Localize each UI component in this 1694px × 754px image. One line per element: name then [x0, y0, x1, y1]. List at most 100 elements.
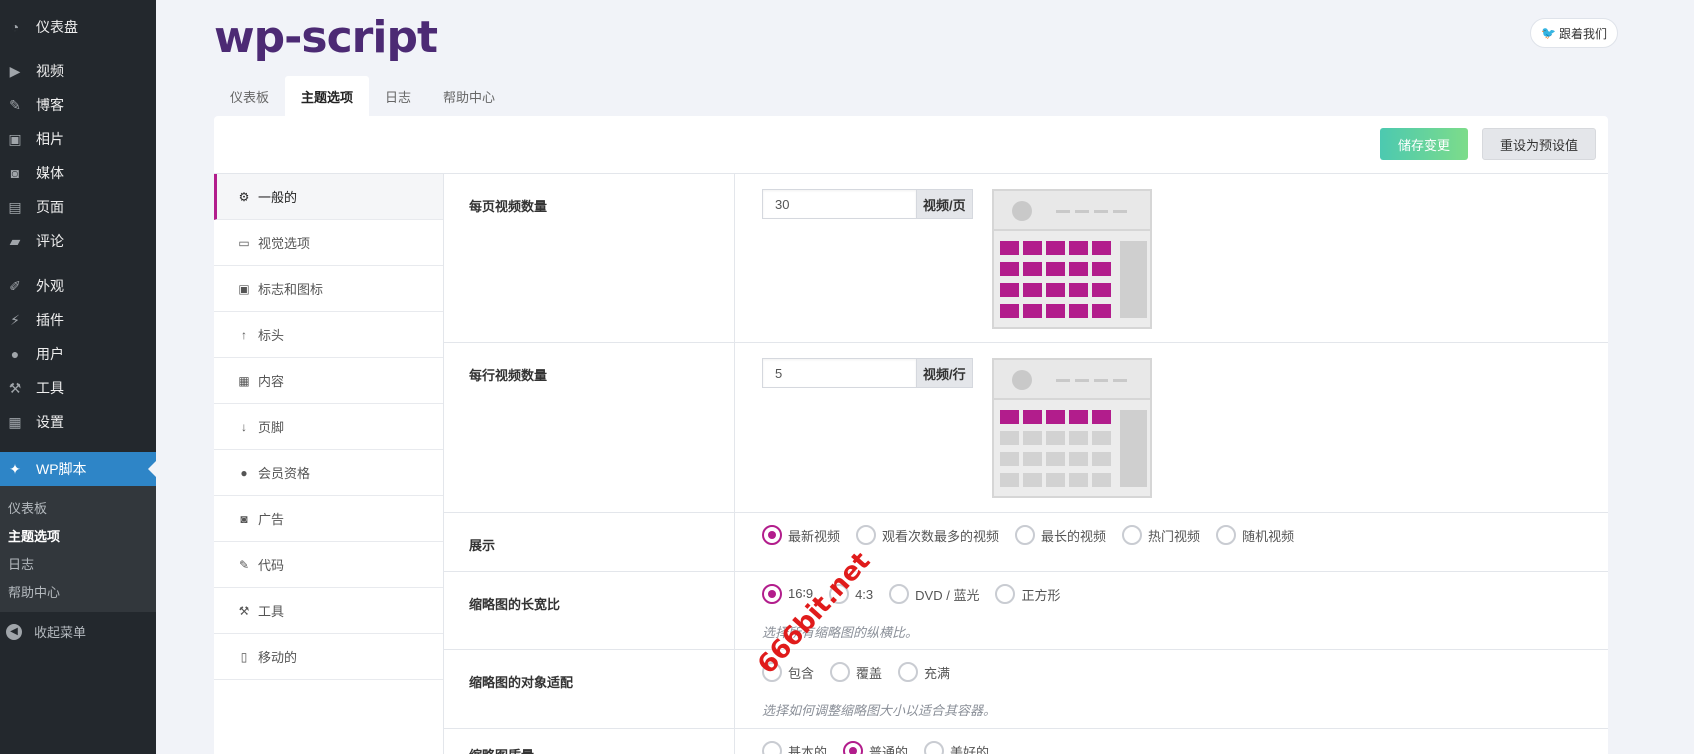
preview-thumbnail	[1046, 473, 1065, 487]
wp-menu-blog[interactable]: ✎ 博客	[0, 88, 156, 122]
tab-help-center[interactable]: 帮助中心	[427, 76, 511, 116]
wp-submenu-theme-options[interactable]: 主题选项	[8, 526, 60, 545]
preview-thumbnail	[1046, 262, 1065, 276]
wp-menu-users[interactable]: ● 用户	[0, 337, 156, 371]
money-icon: ◙	[240, 511, 248, 526]
wp-menu-label: 媒体	[36, 165, 64, 181]
collapse-icon: ◀	[6, 623, 22, 640]
wp-menu-dashboard[interactable]: ◔ 仪表盘	[0, 10, 156, 44]
twitter-follow-button[interactable]: 🐦 跟着我们	[1530, 18, 1618, 48]
preview-thumbnail	[1092, 241, 1111, 255]
tab-theme-options[interactable]: 主题选项	[285, 76, 370, 116]
section-label: 会员资格	[258, 466, 311, 481]
section-mobile[interactable]: ▯ 移动的	[214, 634, 443, 680]
quality-radio-normal[interactable]: 普通的	[843, 741, 908, 754]
preview-menu-dash	[1075, 379, 1089, 382]
section-label: 工具	[258, 604, 285, 619]
aspect-radio-square[interactable]: 正方形	[995, 584, 1060, 604]
section-label: 移动的	[258, 650, 298, 665]
option-label: 每行视频数量	[469, 368, 548, 383]
section-general[interactable]: ⚙ 一般的	[214, 174, 443, 220]
column-divider	[734, 650, 735, 728]
wp-menu-label: 博客	[36, 97, 64, 113]
arrow-down-icon: ↓	[241, 419, 247, 434]
preview-avatar	[1012, 370, 1032, 390]
wp-menu-photos[interactable]: ▣ 相片	[0, 122, 156, 156]
aspect-radio-dvd[interactable]: DVD / 蓝光	[889, 584, 979, 604]
videos-per-page-input[interactable]	[762, 189, 916, 219]
save-changes-button[interactable]: 储存变更	[1380, 128, 1468, 160]
section-header[interactable]: ↑ 标头	[214, 312, 443, 358]
wp-menu-wpscript[interactable]: ✦ WP脚本	[0, 452, 156, 486]
preview-body	[994, 400, 1150, 496]
radio-label: 普通的	[869, 744, 909, 754]
radio-indicator	[1122, 525, 1143, 545]
gear-icon: ⚙	[238, 189, 250, 204]
section-logo-icons[interactable]: ▣ 标志和图标	[214, 266, 443, 312]
quality-radio-basic[interactable]: 基本的	[762, 741, 827, 754]
wp-menu-media[interactable]: ◙ 媒体	[0, 156, 156, 190]
section-visual-options[interactable]: ▭ 视觉选项	[214, 220, 443, 266]
display-radio-longest[interactable]: 最长的视频	[1015, 525, 1106, 545]
radio-label: 覆盖	[856, 665, 883, 681]
preview-thumbnail	[1046, 410, 1065, 424]
section-label: 视觉选项	[258, 236, 311, 251]
radio-label: 包含	[788, 665, 815, 681]
wrench-icon: ⚒	[8, 379, 22, 396]
section-label: 标头	[258, 328, 285, 343]
preview-thumbnail	[1046, 452, 1065, 466]
preview-thumbnail	[1000, 410, 1019, 424]
radio-label: 随机视频	[1242, 528, 1295, 544]
fit-radio-fill[interactable]: 充满	[898, 662, 950, 682]
display-radio-latest[interactable]: 最新视频	[762, 525, 840, 545]
wp-menu-settings[interactable]: ▦ 设置	[0, 405, 156, 439]
pin-icon: ✎	[9, 96, 21, 113]
preview-menu-dash	[1113, 379, 1127, 382]
preview-thumbnail	[1092, 304, 1111, 318]
wp-menu-videos[interactable]: ▶ 视频	[0, 54, 156, 88]
radio-indicator	[856, 525, 877, 545]
wp-menu-pages[interactable]: ▤ 页面	[0, 190, 156, 224]
mobile-icon: ▯	[240, 649, 248, 664]
section-code[interactable]: ✎ 代码	[214, 542, 443, 588]
display-radio-random[interactable]: 随机视频	[1216, 525, 1294, 545]
preview-thumbnail	[1023, 304, 1042, 318]
wp-menu-comments[interactable]: ▰ 评论	[0, 224, 156, 258]
section-footer[interactable]: ↓ 页脚	[214, 404, 443, 450]
section-ads[interactable]: ◙ 广告	[214, 496, 443, 542]
wp-submenu-help[interactable]: 帮助中心	[8, 582, 60, 601]
option-label: 缩略图质量	[469, 745, 534, 754]
wp-submenu-dashboard[interactable]: 仪表板	[8, 498, 47, 517]
top-tabs: 仪表板 主题选项 日志 帮助中心	[214, 76, 511, 116]
preview-thumbnail	[1000, 283, 1019, 297]
wp-menu-label: 评论	[36, 233, 64, 249]
videos-per-row-input[interactable]	[762, 358, 916, 388]
wp-menu-appearance[interactable]: ✐ 外观	[0, 269, 156, 303]
wp-menu-tools[interactable]: ⚒ 工具	[0, 371, 156, 405]
tab-logs[interactable]: 日志	[369, 76, 427, 116]
plugin-icon: ⚡	[10, 311, 20, 328]
option-videos-per-page: 每页视频数量 视频/页	[444, 174, 1608, 343]
tab-dashboard[interactable]: 仪表板	[214, 76, 285, 116]
radio-indicator	[924, 741, 945, 754]
preview-thumbnail	[1023, 262, 1042, 276]
radio-label: 4:3	[855, 586, 874, 602]
collapse-menu-button[interactable]: ◀ 收起菜单	[6, 622, 86, 641]
preview-thumbnail	[1092, 473, 1111, 487]
section-label: 页脚	[258, 420, 285, 435]
wp-submenu-logs[interactable]: 日志	[8, 554, 34, 573]
wrench-icon: ⚒	[238, 603, 250, 618]
radio-label: 正方形	[1021, 587, 1061, 603]
display-radio-most-viewed[interactable]: 观看次数最多的视频	[856, 525, 999, 545]
section-content[interactable]: ▦ 内容	[214, 358, 443, 404]
radio-label: DVD / 蓝光	[915, 587, 980, 603]
display-radio-popular[interactable]: 热门视频	[1122, 525, 1200, 545]
arrow-up-icon: ↑	[241, 327, 247, 342]
wp-menu-label: 视频	[36, 63, 64, 79]
fit-radio-cover[interactable]: 覆盖	[830, 662, 882, 682]
wp-menu-plugins[interactable]: ⚡ 插件	[0, 303, 156, 337]
section-tools[interactable]: ⚒ 工具	[214, 588, 443, 634]
quality-radio-good[interactable]: 美好的	[924, 741, 989, 754]
reset-defaults-button[interactable]: 重设为预设值	[1482, 128, 1596, 160]
section-membership[interactable]: ● 会员资格	[214, 450, 443, 496]
